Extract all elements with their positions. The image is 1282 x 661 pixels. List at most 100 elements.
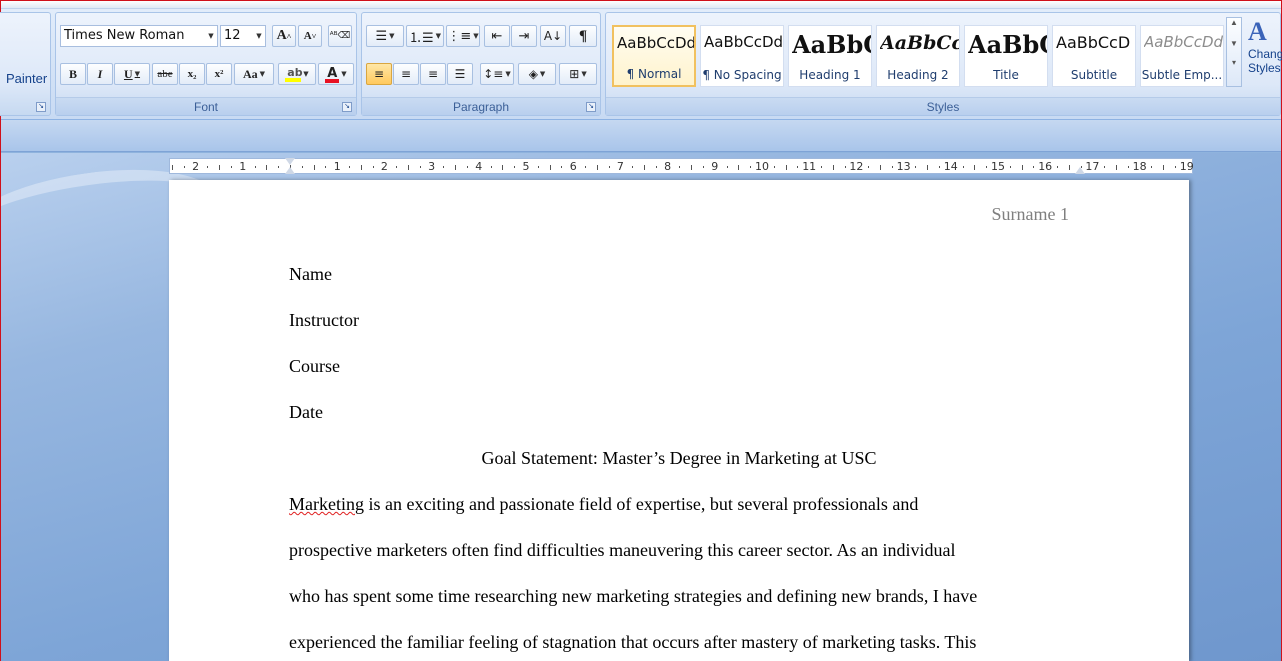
ruler-tick	[832, 165, 834, 170]
style-tile-heading-2[interactable]: AaBbCc Heading 2	[876, 25, 960, 87]
bold-icon: B	[68, 66, 77, 81]
style-tile-normal[interactable]: AaBbCcDd ¶ Normal	[612, 25, 696, 87]
increase-indent-button[interactable]: ⇥	[511, 25, 537, 47]
align-right-icon: ≡	[427, 67, 439, 81]
shading-button[interactable]: ◈ ▼	[518, 63, 556, 85]
decrease-indent-button[interactable]: ⇤	[484, 25, 510, 47]
sort-icon: A↓	[543, 29, 563, 43]
align-left-button[interactable]: ≡	[366, 63, 392, 85]
styles-group-label: Styles	[606, 97, 1280, 115]
font-size-combo[interactable]: 12 ▼	[220, 25, 266, 47]
gallery-more-icon[interactable]: ▾	[1227, 58, 1241, 67]
bullet-list-icon: ☰	[375, 28, 388, 44]
ruler-tick	[1057, 166, 1058, 168]
left-indent-marker[interactable]	[285, 167, 295, 174]
clear-formatting-button[interactable]: ᴬᴮ⌫	[328, 25, 352, 47]
borders-icon: ⊞	[569, 67, 580, 81]
italic-button[interactable]: I	[87, 63, 113, 85]
ruler-tick	[880, 165, 881, 170]
show-marks-button[interactable]: ¶	[569, 25, 597, 47]
misspelled-word[interactable]: Marketing	[289, 494, 364, 514]
ruler-number: 8	[664, 160, 672, 173]
align-center-button[interactable]: ≡	[393, 63, 419, 85]
numbering-button[interactable]: ⒈☰ ▼	[406, 25, 444, 47]
style-tile-heading-1[interactable]: AaBbC Heading 1	[788, 25, 872, 87]
ruler-tick	[608, 166, 610, 168]
increase-indent-icon: ⇥	[518, 28, 530, 44]
ruler-tick	[927, 165, 929, 170]
ruler-tick	[1068, 165, 1070, 170]
ruler-number: 11	[802, 160, 817, 173]
chevron-down-icon: ▼	[539, 70, 546, 78]
paragraph-group-label: Paragraph	[362, 97, 600, 115]
change-styles-button[interactable]: A Change Styles	[1248, 17, 1282, 97]
first-line-indent-marker[interactable]	[285, 158, 295, 165]
right-indent-marker[interactable]	[1074, 167, 1085, 174]
ruler-tick	[750, 166, 752, 168]
bullets-button[interactable]: ☰ ▼	[366, 25, 404, 47]
bold-button[interactable]: B	[60, 63, 86, 85]
ruler-tick	[726, 166, 728, 168]
chevron-down-icon: ▼	[473, 32, 479, 40]
font-color-icon: A	[325, 66, 340, 83]
subscript-button[interactable]: x₂	[179, 63, 205, 85]
superscript-button[interactable]: x²	[206, 63, 232, 85]
ruler-tick	[797, 166, 799, 168]
decrease-indent-icon: ⇤	[491, 28, 503, 44]
sort-button[interactable]: A↓	[540, 25, 566, 47]
ruler-tick	[691, 165, 693, 170]
shrink-font-button[interactable]: A ˅	[298, 25, 322, 47]
document-page[interactable]: Surname 1 Name Instructor Course Date Go…	[169, 180, 1189, 661]
style-tile-subtitle[interactable]: AaBbCcD Subtitle	[1052, 25, 1136, 87]
ruler-tick	[821, 166, 822, 168]
grow-font-button[interactable]: A ˄	[272, 25, 296, 47]
ruler-tick	[915, 166, 917, 168]
style-sample: AaBbCcDd	[617, 34, 694, 52]
font-launcher-icon[interactable]: ↘	[342, 102, 352, 112]
style-tile-title[interactable]: AaBbC Title	[964, 25, 1048, 87]
subscript-icon: x₂	[187, 68, 197, 80]
format-painter-button[interactable]: Painter	[6, 71, 47, 86]
ribbon-bottom-bar	[1, 120, 1281, 152]
grow-font-icon: A	[276, 28, 287, 43]
ruler-number: 13	[896, 160, 911, 173]
ruler-tick	[1175, 166, 1176, 168]
style-name: Heading 2	[887, 68, 949, 82]
font-color-button[interactable]: A ▼	[318, 63, 354, 85]
change-case-button[interactable]: Aa ▼	[234, 63, 274, 85]
strikethrough-button[interactable]: abe	[152, 63, 178, 85]
ruler-tick	[1009, 166, 1011, 168]
ruler-tick	[372, 166, 374, 168]
numbered-list-icon: ⒈☰	[408, 30, 434, 46]
ruler-tick	[455, 165, 457, 170]
font-name-combo[interactable]: Times New Roman ▼	[60, 25, 218, 47]
clipboard-launcher-icon[interactable]: ↘	[36, 102, 46, 112]
change-case-icon: Aa	[242, 66, 258, 81]
highlight-button[interactable]: ab ▼	[278, 63, 316, 85]
ruler-tick	[537, 166, 539, 168]
line-spacing-icon: ↕≡	[483, 67, 504, 81]
underline-button[interactable]: U ▼	[114, 63, 150, 85]
horizontal-ruler[interactable]: 2 1 1 2 3 4 5 6 7 8 9 10 11 12 13 14 15 16 17 18 19	[169, 158, 1194, 174]
align-right-button[interactable]: ≡	[420, 63, 446, 85]
ruler-tick	[703, 166, 704, 168]
justify-button[interactable]: ☰	[447, 63, 473, 85]
scroll-down-icon[interactable]: ▼	[1227, 39, 1241, 48]
paragraph-launcher-icon[interactable]: ↘	[586, 102, 596, 112]
ruler-tick	[502, 165, 504, 170]
scroll-up-icon[interactable]: ▲	[1227, 18, 1241, 27]
multilevel-list-button[interactable]: ⋮≡ ▼	[446, 25, 480, 47]
paragraph-group: ☰ ▼ ⒈☰ ▼ ⋮≡ ▼ ⇤ ⇥ A↓ ¶ ≡ ≡ ≡ ☰ ↕≡ ▼ ◈ ▼ …	[361, 12, 601, 116]
borders-button[interactable]: ⊞ ▼	[559, 63, 597, 85]
ruler-number: 3	[428, 160, 436, 173]
ruler-tick	[644, 165, 645, 170]
ruler-tick	[549, 165, 551, 170]
style-sample: AaBbCcDd	[1144, 33, 1223, 51]
gallery-scroll[interactable]: ▲ ▼ ▾	[1226, 17, 1242, 87]
style-tile-no-spacing[interactable]: AaBbCcDd ¶ No Spacing	[700, 25, 784, 87]
ruler-tick	[231, 166, 232, 168]
style-tile-subtle-emp[interactable]: AaBbCcDd Subtle Emp...	[1140, 25, 1224, 87]
ruler-tick	[1116, 165, 1117, 170]
doc-paragraph-line: who has spent some time researching new …	[289, 586, 978, 606]
line-spacing-button[interactable]: ↕≡ ▼	[480, 63, 514, 85]
